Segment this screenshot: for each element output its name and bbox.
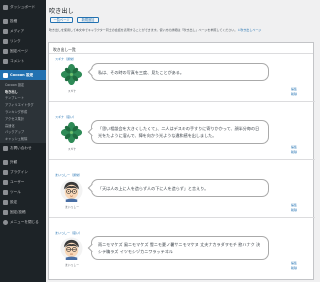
bubble-text: 「天は人の上に人を造らず人の下に人を造らず」と言えり。 bbox=[98, 185, 209, 191]
submenu-item[interactable]: バックアップ bbox=[0, 129, 46, 136]
speaker-name: まいっしー bbox=[65, 205, 79, 209]
balloon-row: スギナ（通常） スギナ 私は、その時の写真を三度、見たことがある。 編集 削除 bbox=[49, 57, 315, 102]
submenu-item[interactable]: ランキング作成 bbox=[0, 108, 46, 115]
page-description: 吹き出しを使用して本文中でキャラクター同士の会話を表現することができます。使い方… bbox=[49, 28, 313, 32]
row-actions: 編集 削除 bbox=[291, 145, 297, 155]
dashboard-icon bbox=[3, 4, 8, 10]
sidebar-item-contact[interactable]: お問い合わせ bbox=[0, 143, 46, 153]
row-actions: 編集 削除 bbox=[291, 261, 297, 271]
sidebar-submenu: Cocoon 設定 吹き出し テンプレート アフィリエイトタグ ランキング作成 … bbox=[0, 80, 46, 144]
row-actions: 編集 削除 bbox=[291, 87, 297, 97]
delete-link[interactable]: 削除 bbox=[291, 92, 297, 97]
page-title: 吹き出し bbox=[49, 8, 74, 15]
row-actions: 編集 削除 bbox=[291, 203, 297, 213]
bubble-text: 私は、その時の写真を三度、見たことがある。 bbox=[98, 69, 184, 75]
delete-link[interactable]: 削除 bbox=[291, 208, 297, 213]
delete-link[interactable]: 削除 bbox=[291, 150, 297, 155]
list-icon bbox=[3, 209, 8, 215]
user-icon bbox=[3, 179, 8, 185]
sidebar-item-links[interactable]: リンク bbox=[0, 36, 46, 46]
pin-icon bbox=[3, 18, 8, 24]
speech-bubble: 雨ニモマケズ 風ニモマケズ 雪ニモ夏ノ暑サニモマケヌ 丈夫ナカラダヲモチ 慾ハナ… bbox=[91, 236, 269, 260]
submenu-item[interactable]: アフィリエイトタグ bbox=[0, 101, 46, 108]
help-link[interactable]: ℹ 吹き出しページ bbox=[238, 28, 261, 32]
balloon-name-link[interactable]: スギナ（通常） bbox=[55, 57, 76, 61]
speaker-name: スギナ bbox=[67, 89, 77, 93]
balloon-name-link[interactable]: スギナ（思い） bbox=[55, 115, 76, 119]
wrench-icon bbox=[3, 189, 8, 195]
balloon-row: まいっしー（通常） まいっしー 「天は人の上に人を造らず人の下に人を造らず」と言… bbox=[49, 173, 315, 218]
settings-icon bbox=[3, 199, 8, 205]
sidebar-item-pages[interactable]: 固定ページ bbox=[0, 46, 46, 56]
balloon-list-panel: 吹き出し一覧 スギナ（通常） スギナ 私は、その時の写真を三度、見たことがある。… bbox=[48, 42, 315, 280]
submenu-item[interactable]: Cocoon 設定 bbox=[0, 81, 46, 88]
link-icon bbox=[3, 38, 8, 44]
balloon-row: まいっしー（思い） まいっしー 雨ニモマケズ 風ニモマケズ 雪ニモ夏ノ暑サニモマ… bbox=[49, 231, 315, 276]
admin-sidebar: ダッシュボード 投稿 メディア リンク 固定ページ コメント Cocoon 設定… bbox=[0, 0, 46, 282]
list-page-button[interactable]: 一覧ページ bbox=[50, 17, 73, 23]
speaker-name: まいっしー bbox=[65, 263, 79, 267]
cocoon-icon bbox=[3, 72, 8, 78]
balloon-name-link[interactable]: まいっしー（通常） bbox=[55, 173, 82, 177]
collapse-menu-button[interactable]: メニューを閉じる bbox=[0, 217, 46, 227]
sidebar-item-users[interactable]: ユーザー bbox=[0, 177, 46, 187]
sidebar-item-plugins[interactable]: プラグイン bbox=[0, 167, 46, 177]
sidebar-item-posts[interactable]: 投稿 bbox=[0, 16, 46, 26]
submenu-item[interactable]: キャッシュ削除 bbox=[0, 135, 46, 142]
sidebar-item-tools[interactable]: ツール bbox=[0, 187, 46, 197]
description-text: 吹き出しを使用して本文中でキャラクター同士の会話を表現することができます。使い方… bbox=[49, 28, 238, 32]
mail-icon bbox=[3, 145, 8, 151]
speech-bubble: 「思い相談会を大きくしたくて」、二人はデスキの手すりに寄りかかって、顔半分毎の日… bbox=[91, 120, 269, 144]
page-icon bbox=[3, 48, 8, 54]
sidebar-item-fixed-posts[interactable]: 固定/投稿 bbox=[0, 207, 46, 217]
sidebar-item-appearance[interactable]: 外観 bbox=[0, 157, 46, 167]
speaker-name: スギナ bbox=[67, 147, 77, 151]
submenu-item-current[interactable]: 吹き出し bbox=[0, 88, 46, 95]
speech-bubble: 私は、その時の写真を三度、見たことがある。 bbox=[91, 63, 269, 81]
divider bbox=[49, 101, 315, 102]
divider bbox=[49, 53, 313, 54]
sidebar-item-settings[interactable]: 設定 bbox=[0, 197, 46, 207]
divider bbox=[49, 217, 315, 218]
plugin-icon bbox=[3, 169, 8, 175]
brush-icon bbox=[3, 159, 8, 165]
bubble-text: 「思い相談会を大きくしたくて」、二人はデスキの手すりに寄りかかって、顔半分毎の日… bbox=[98, 126, 260, 138]
boy-avatar-icon bbox=[60, 179, 83, 202]
collapse-icon bbox=[3, 219, 8, 225]
add-new-button[interactable]: 新規追加 bbox=[77, 17, 99, 23]
submenu-item[interactable]: アクセス集計 bbox=[0, 115, 46, 122]
balloon-row: スギナ（思い） スギナ 「思い相談会を大きくしたくて」、二人はデスキの手すりに寄… bbox=[49, 115, 315, 160]
submenu-item[interactable]: 高速化 bbox=[0, 122, 46, 129]
main-content: 吹き出し 一覧ページ 新規追加 吹き出しを使用して本文中でキャラクター同士の会話… bbox=[46, 0, 315, 282]
comment-icon bbox=[3, 58, 8, 64]
sidebar-item-cocoon-settings[interactable]: Cocoon 設定 bbox=[0, 70, 46, 80]
delete-link[interactable]: 削除 bbox=[291, 266, 297, 271]
boy-avatar-icon bbox=[60, 237, 83, 260]
balloon-name-link[interactable]: まいっしー（思い） bbox=[55, 231, 82, 235]
sidebar-item-media[interactable]: メディア bbox=[0, 26, 46, 36]
sidebar-item-dashboard[interactable]: ダッシュボード bbox=[0, 2, 46, 12]
plant-avatar-icon bbox=[60, 121, 83, 144]
divider bbox=[49, 159, 315, 160]
plant-avatar-icon bbox=[60, 63, 83, 86]
bubble-text: 雨ニモマケズ 風ニモマケズ 雪ニモ夏ノ暑サニモマケヌ 丈夫ナカラダヲモチ 慾ハナ… bbox=[98, 242, 261, 254]
speech-bubble: 「天は人の上に人を造らず人の下に人を造らず」と言えり。 bbox=[91, 179, 269, 197]
submenu-item[interactable]: テンプレート bbox=[0, 95, 46, 102]
media-icon bbox=[3, 28, 8, 34]
sidebar-item-comments[interactable]: コメント bbox=[0, 56, 46, 66]
